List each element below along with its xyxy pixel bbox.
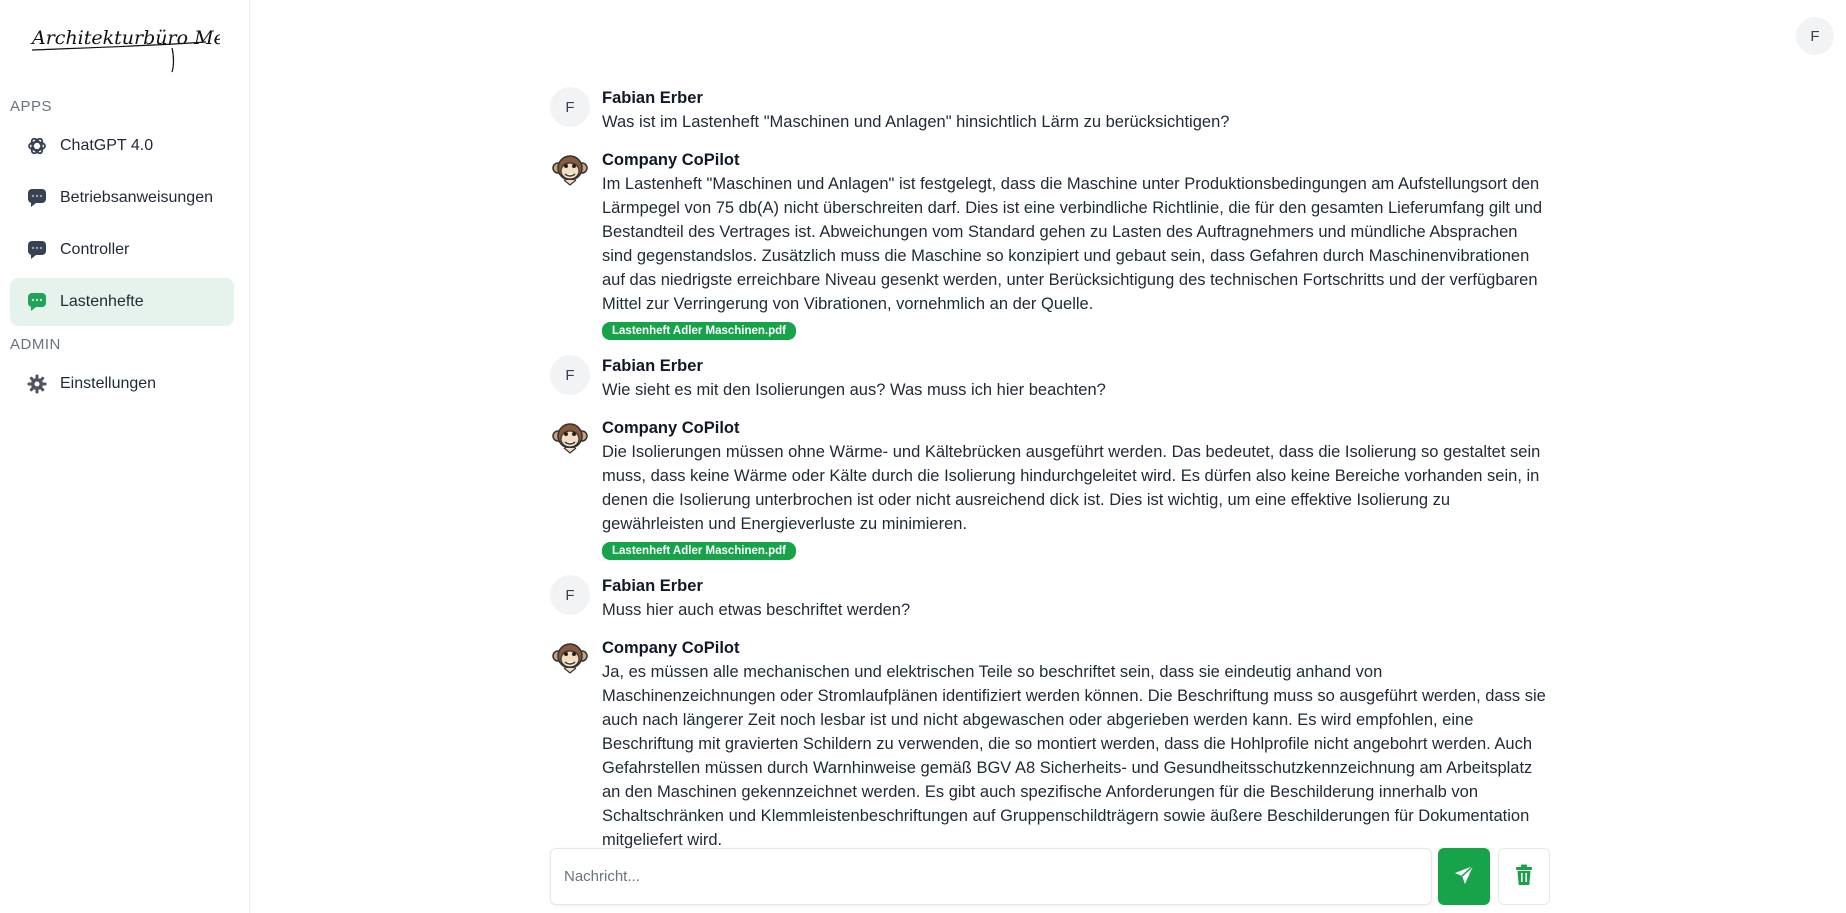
sidebar-item-lastenhefte[interactable]: Lastenhefte <box>10 278 234 326</box>
chat-bubble-icon <box>26 291 48 313</box>
chat-message-bot: Company CoPilot Im Lastenheft "Maschinen… <box>550 148 1550 340</box>
trash-icon <box>1514 864 1534 890</box>
source-document-badge[interactable]: Lastenheft Adler Maschinen.pdf <box>602 542 797 560</box>
sidebar-item-chatgpt[interactable]: ChatGPT 4.0 <box>10 122 234 170</box>
chat-message-user: F Fabian Erber Was ist im Lastenheft "Ma… <box>550 86 1550 134</box>
chat-message-user: F Fabian Erber Wie sieht es mit den Isol… <box>550 354 1550 402</box>
monkey-bot-icon <box>550 417 590 457</box>
sidebar-item-label: Einstellungen <box>60 375 157 392</box>
user-avatar[interactable]: F <box>1796 17 1834 55</box>
message-text: Muss hier auch etwas beschriftet werden? <box>602 601 911 619</box>
message-composer <box>550 848 1550 905</box>
openai-icon <box>26 135 48 157</box>
send-icon <box>1453 864 1475 890</box>
chat-bubble-icon <box>26 187 48 209</box>
sidebar-item-label: Controller <box>60 241 130 258</box>
avatar: F <box>550 87 590 127</box>
message-author: Company CoPilot <box>602 419 740 437</box>
message-author: Company CoPilot <box>602 639 740 657</box>
chat-bubble-icon <box>26 239 48 261</box>
message-text: Die Isolierungen müssen ohne Wärme- und … <box>602 443 1541 533</box>
message-text: Ja, es müssen alle mechanischen und elek… <box>602 663 1546 849</box>
gear-icon <box>26 373 48 395</box>
chat-message-bot: Company CoPilot Die Isolierungen müssen … <box>550 416 1550 560</box>
message-author: Fabian Erber <box>602 89 703 107</box>
chat-message-user: F Fabian Erber Muss hier auch etwas besc… <box>550 574 1550 622</box>
chat-thread: F Fabian Erber Was ist im Lastenheft "Ma… <box>550 86 1550 866</box>
message-input-wrapper <box>550 848 1432 905</box>
company-logo[interactable]: Architekturbüro Meier <box>30 18 253 74</box>
admin-section-label: ADMIN <box>10 336 61 353</box>
avatar: F <box>550 355 590 395</box>
sidebar-item-betriebsanweisungen[interactable]: Betriebsanweisungen <box>10 174 234 222</box>
message-text: Was ist im Lastenheft "Maschinen und Anl… <box>602 113 1230 131</box>
clear-chat-button[interactable] <box>1498 848 1550 905</box>
svg-text:Architekturbüro Meier: Architekturbüro Meier <box>30 27 220 49</box>
send-button[interactable] <box>1438 848 1490 905</box>
sidebar-item-einstellungen[interactable]: Einstellungen <box>10 360 234 408</box>
message-input[interactable] <box>551 849 1431 904</box>
message-author: Company CoPilot <box>602 151 740 169</box>
sidebar-item-controller[interactable]: Controller <box>10 226 234 274</box>
message-text: Im Lastenheft "Maschinen und Anlagen" is… <box>602 175 1543 313</box>
sidebar-item-label: ChatGPT 4.0 <box>60 137 154 154</box>
message-author: Fabian Erber <box>602 357 703 375</box>
monkey-bot-icon <box>550 149 590 189</box>
apps-section-label: APPS <box>10 98 53 115</box>
monkey-bot-icon <box>550 637 590 677</box>
chat-message-bot: Company CoPilot Ja, es müssen alle mecha… <box>550 636 1550 852</box>
message-text: Wie sieht es mit den Isolierungen aus? W… <box>602 381 1106 399</box>
sidebar: Architekturbüro Meier APPS ChatGPT 4.0 <box>0 0 253 913</box>
source-document-badge[interactable]: Lastenheft Adler Maschinen.pdf <box>602 322 797 340</box>
sidebar-item-label: Betriebsanweisungen <box>60 189 213 206</box>
message-author: Fabian Erber <box>602 577 703 595</box>
avatar: F <box>550 575 590 615</box>
sidebar-item-label: Lastenhefte <box>60 293 144 310</box>
